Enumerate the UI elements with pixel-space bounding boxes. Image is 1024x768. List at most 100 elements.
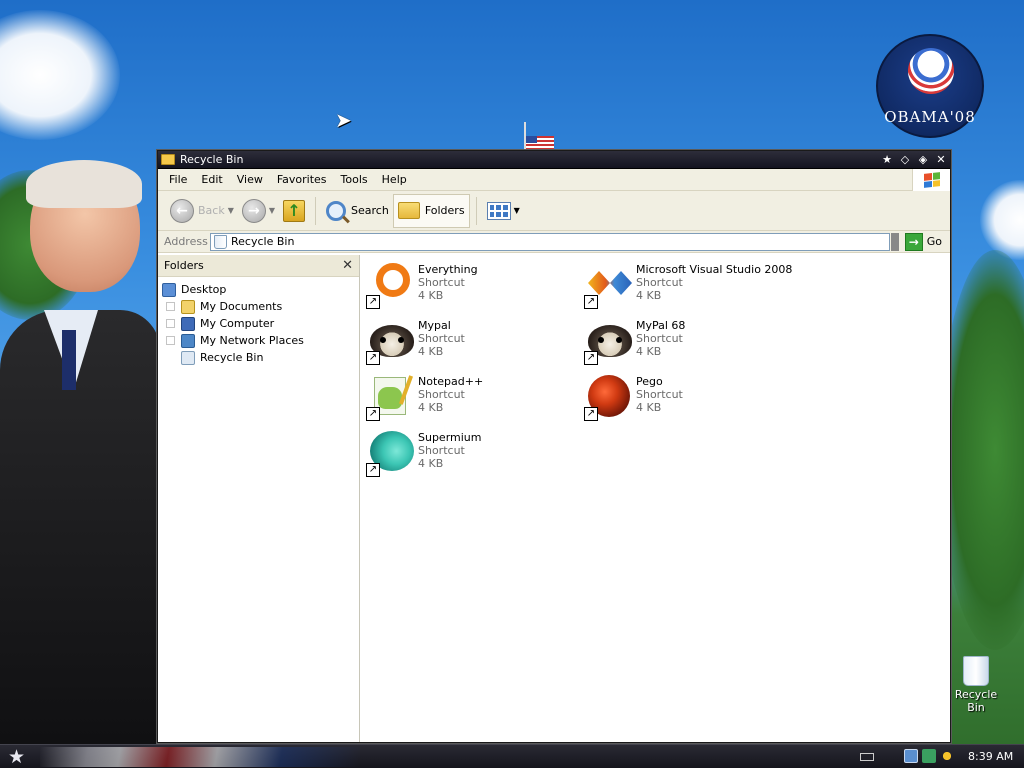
file-size: 4 KB xyxy=(636,289,662,302)
up-button[interactable]: ↑ xyxy=(279,194,309,228)
address-input[interactable]: Recycle Bin xyxy=(210,232,890,251)
expand-toggle[interactable] xyxy=(166,336,175,345)
desktop-recycle-bin-label: Recycle Bin xyxy=(954,688,998,714)
file-name: Microsoft Visual Studio 2008 xyxy=(636,263,793,276)
folders-pane-title: Folders xyxy=(164,259,204,272)
shortcut-arrow-icon: ↗ xyxy=(584,295,598,309)
search-button[interactable]: Search xyxy=(322,194,393,228)
recycle-bin-icon xyxy=(963,656,989,686)
network-places-icon xyxy=(181,333,195,348)
keyboard-icon[interactable] xyxy=(860,753,874,761)
tree-item-label: My Documents xyxy=(200,300,283,313)
shortcut-arrow-icon: ↗ xyxy=(366,407,380,421)
menu-favorites[interactable]: Favorites xyxy=(270,173,334,186)
file-item-everything[interactable]: ↗ Everything Shortcut 4 KB xyxy=(366,261,576,317)
folder-icon xyxy=(161,154,175,165)
tree-item-my-computer[interactable]: My Computer xyxy=(158,315,359,332)
desktop-recycle-bin[interactable]: Recycle Bin xyxy=(948,656,1004,714)
file-item-mypal-68[interactable]: ↗ MyPal 68 Shortcut 4 KB xyxy=(584,317,794,373)
file-item-notepad-plus-plus[interactable]: ↗ Notepad++ Shortcut 4 KB xyxy=(366,373,576,429)
file-item-visual-studio[interactable]: ↗ Microsoft Visual Studio 2008 Shortcut … xyxy=(584,261,794,317)
file-size: 4 KB xyxy=(418,457,444,470)
tree-item-label: My Computer xyxy=(200,317,275,330)
go-button[interactable]: → Go xyxy=(899,232,950,251)
windows-logo-icon xyxy=(912,169,950,191)
shortcut-arrow-icon: ↗ xyxy=(584,407,598,421)
close-icon[interactable]: ✕ xyxy=(342,258,353,273)
file-size: 4 KB xyxy=(418,289,444,302)
toolbar-divider xyxy=(475,196,477,225)
menu-edit[interactable]: Edit xyxy=(194,173,229,186)
folders-button[interactable]: Folders xyxy=(392,193,470,228)
my-computer-icon xyxy=(181,316,195,331)
start-button[interactable]: ★ xyxy=(8,746,25,768)
file-type: Shortcut xyxy=(418,388,465,401)
menu-help[interactable]: Help xyxy=(375,173,414,186)
tree-item-my-network-places[interactable]: My Network Places xyxy=(158,332,359,349)
menu-tools[interactable]: Tools xyxy=(334,173,375,186)
address-label: Address xyxy=(164,235,208,248)
mouse-pointer-icon: ➤ xyxy=(335,108,352,132)
folders-pane-header: Folders ✕ xyxy=(158,255,359,277)
chevron-down-icon[interactable]: ▼ xyxy=(228,206,234,215)
views-button[interactable]: ▼ xyxy=(483,194,524,228)
file-name: Supermium xyxy=(418,431,482,444)
file-type: Shortcut xyxy=(418,276,465,289)
window-title: Recycle Bin xyxy=(180,153,244,166)
go-arrow-icon: → xyxy=(904,232,923,251)
address-value: Recycle Bin xyxy=(231,235,295,248)
forward-button[interactable]: → ▼ xyxy=(238,194,279,228)
file-name: MyPal 68 xyxy=(636,319,686,332)
cloud xyxy=(980,180,1024,260)
toolbar: ← Back ▼ → ▼ ↑ Search Folders ▼ xyxy=(158,191,950,231)
file-item-supermium[interactable]: ↗ Supermium Shortcut 4 KB xyxy=(366,429,576,485)
address-dropdown[interactable] xyxy=(890,232,899,251)
expand-toggle[interactable] xyxy=(166,302,175,311)
tree-item-desktop[interactable]: Desktop xyxy=(158,281,359,298)
expand-toggle[interactable] xyxy=(166,319,175,328)
minimize-button[interactable]: ◇ xyxy=(896,151,914,169)
chevron-down-icon: ▼ xyxy=(513,206,520,215)
maximize-button[interactable]: ◈ xyxy=(914,151,932,169)
shortcut-arrow-icon: ↗ xyxy=(366,295,380,309)
file-item-pego[interactable]: ↗ Pego Shortcut 4 KB xyxy=(584,373,794,429)
close-button[interactable]: ✕ xyxy=(932,151,950,169)
taskbar: ★ 8:39 AM xyxy=(0,744,1024,768)
tree-item-label: My Network Places xyxy=(200,334,304,347)
recycle-bin-icon xyxy=(214,234,227,249)
explorer-window: Recycle Bin ★ ◇ ◈ ✕ File Edit View Favor… xyxy=(157,150,951,743)
my-documents-icon xyxy=(181,299,195,314)
shortcut-arrow-icon: ↗ xyxy=(366,351,380,365)
shortcut-arrow-icon: ↗ xyxy=(366,463,380,477)
display-icon[interactable] xyxy=(904,749,918,763)
back-label: Back xyxy=(198,204,225,217)
menu-view[interactable]: View xyxy=(230,173,270,186)
menu-file[interactable]: File xyxy=(162,173,194,186)
file-type: Shortcut xyxy=(636,332,683,345)
folder-icon xyxy=(397,202,420,219)
search-tray-icon[interactable] xyxy=(940,749,954,763)
chevron-down-icon[interactable]: ▼ xyxy=(269,206,275,215)
folders-label: Folders xyxy=(424,204,465,217)
tree-item-recycle-bin[interactable]: Recycle Bin xyxy=(158,349,359,366)
title-bar[interactable]: Recycle Bin ★ ◇ ◈ ✕ xyxy=(158,151,950,169)
desktop-icon xyxy=(162,282,176,297)
clock[interactable]: 8:39 AM xyxy=(968,750,1013,763)
tree-item-my-documents[interactable]: My Documents xyxy=(158,298,359,315)
back-arrow-icon: ← xyxy=(170,198,194,223)
file-item-mypal[interactable]: ↗ Mypal Shortcut 4 KB xyxy=(366,317,576,373)
cloud xyxy=(0,10,120,140)
tree xyxy=(940,250,1024,650)
file-type: Shortcut xyxy=(636,276,683,289)
file-name: Pego xyxy=(636,375,663,388)
back-button[interactable]: ← Back ▼ xyxy=(166,194,238,228)
views-icon xyxy=(486,201,511,220)
file-name: Everything xyxy=(418,263,478,276)
file-type: Shortcut xyxy=(636,388,683,401)
file-type: Shortcut xyxy=(418,444,465,457)
star-icon[interactable]: ★ xyxy=(878,151,896,169)
system-tray xyxy=(904,749,954,763)
network-icon[interactable] xyxy=(922,749,936,763)
tree-item-label: Desktop xyxy=(181,283,227,296)
search-icon xyxy=(326,200,347,221)
